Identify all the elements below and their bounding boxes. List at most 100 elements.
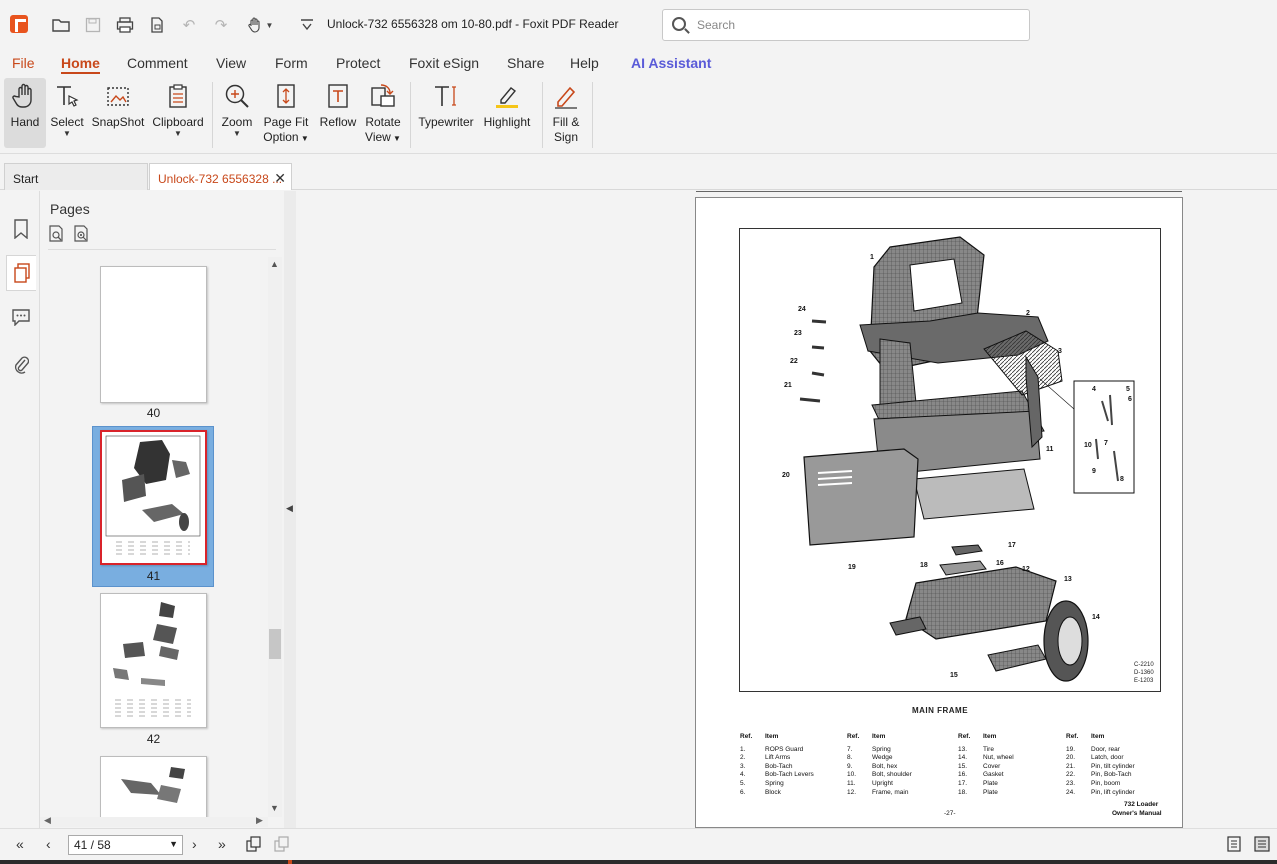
previous-view-icon[interactable] [246,836,262,855]
tab-ai-assistant[interactable]: AI Assistant [631,55,711,71]
item-name: Upright [872,779,893,787]
tab-share[interactable]: Share [507,55,544,71]
page-zoom-in-icon[interactable] [73,225,91,243]
parts-column-header: Ref. Item [1066,733,1135,742]
page-thumbnail-41[interactable] [100,430,207,565]
scroll-right-icon[interactable]: ▶ [256,815,263,826]
tab-start[interactable]: Start [4,163,148,190]
next-view-icon[interactable] [274,836,290,855]
collapse-arrow-icon[interactable]: ◀ [286,503,293,514]
typewriter-button[interactable]: Typewriter [416,78,476,148]
item-name: Pin, Bob-Tach [1091,771,1132,779]
callout-11: 11 [1046,446,1054,453]
page-zoom-out-icon[interactable] [48,225,66,243]
callout-20: 20 [782,472,790,479]
snapshot-label: SnapShot [91,115,145,129]
attachment-icon[interactable] [6,346,36,382]
undo-icon[interactable]: ↶ [178,14,200,36]
fill-sign-button[interactable]: Fill & Sign [546,78,586,148]
page-fit-label-line2: Option [263,130,299,144]
select-button[interactable]: Select ▼ [48,78,86,148]
tab-protect[interactable]: Protect [336,55,380,71]
snapshot-button[interactable]: SnapShot [90,78,146,148]
page-number-label: 42 [146,732,161,746]
save-icon[interactable] [82,14,104,36]
first-page-icon[interactable]: « [16,836,24,852]
tab-foxit-esign[interactable]: Foxit eSign [409,55,479,71]
item-name: Pin, boom [1091,779,1121,787]
scrollbar-thumb[interactable] [269,629,281,659]
zoom-dropdown-icon[interactable]: ▼ [233,130,241,138]
page-thumbnail-43[interactable] [100,756,207,817]
item-name: Wedge [872,754,893,762]
ref-number: 17. [958,779,968,787]
search-box[interactable] [662,9,1030,41]
callout-19: 19 [848,564,856,571]
page-fit-option-button[interactable]: Page Fit Option ▼ [262,78,310,148]
page-thumbnail-40[interactable] [100,266,207,403]
next-page-icon[interactable]: › [192,836,197,852]
callout-7: 7 [1104,440,1108,447]
ref-number: 3. [740,762,746,770]
item-name: Bolt, hex [872,762,898,770]
parts-column: Ref. Item 1. ROPS Guard 2. Lift Arms 3. Bob-Tac… [740,733,814,797]
reflow-button[interactable]: Reflow [318,78,358,148]
ref-number: 19. [1066,745,1076,753]
item-name: Tire [983,745,994,753]
item-name: Pin, tilt cylinder [1091,762,1135,770]
scroll-down-icon[interactable]: ▼ [270,803,279,813]
search-input[interactable] [697,16,1017,34]
callout-1: 1 [870,254,874,261]
continuous-view-icon[interactable] [1254,836,1270,855]
scroll-up-icon[interactable]: ▲ [270,259,279,269]
taskbar-strip [0,860,1277,864]
tab-current-document[interactable]: Unlock-732 6556328 ... ✕ [149,163,292,190]
ref-header: Ref. [1066,733,1079,740]
thumbnail-scrollbar[interactable]: ▲ ▼ [268,257,282,817]
hand-tool-icon[interactable]: ▼ [244,14,276,36]
tab-view[interactable]: View [216,55,246,71]
clipboard-button[interactable]: Clipboard ▼ [150,78,206,148]
parts-row: 17. Plate [958,780,1014,789]
last-page-icon[interactable]: » [218,836,226,852]
callout-3: 3 [1058,348,1062,355]
ref-number: 24. [1066,788,1076,796]
zoom-button[interactable]: Zoom ▼ [218,78,256,148]
ref-number: 5. [740,779,746,787]
tab-help[interactable]: Help [570,55,599,71]
hand-button[interactable]: Hand [4,78,46,148]
customize-icon[interactable] [296,14,318,36]
ref-number: 16. [958,771,968,779]
select-dropdown-icon[interactable]: ▼ [63,130,71,138]
page-thumbnail-42[interactable] [100,593,207,728]
previous-page-icon[interactable]: ‹ [46,836,51,852]
item-name: ROPS Guard [765,745,804,753]
ribbon-divider [212,82,213,148]
comments-icon[interactable] [6,299,36,335]
thumbnail-hscrollbar[interactable]: ◀ ▶ [40,815,268,827]
clipboard-dropdown-icon[interactable]: ▼ [174,130,182,138]
highlight-button[interactable]: Highlight [480,78,534,148]
close-icon[interactable]: ✕ [274,170,286,187]
item-name: Gasket [983,771,1004,779]
tab-form[interactable]: Form [275,55,308,71]
tab-comment[interactable]: Comment [127,55,188,71]
rotate-view-button[interactable]: Rotate View ▼ [362,78,404,148]
bookmark-icon[interactable] [6,211,36,247]
chevron-down-icon[interactable]: ▼ [169,839,178,849]
redo-icon[interactable]: ↷ [210,14,232,36]
open-icon[interactable] [50,14,72,36]
tab-home[interactable]: Home [61,55,100,74]
ribbon-divider [410,82,411,148]
parts-row: 21. Pin, tilt cylinder [1066,763,1135,772]
new-page-icon[interactable] [146,14,168,36]
print-icon[interactable] [114,14,136,36]
single-page-view-icon[interactable] [1226,836,1242,855]
exploded-diagram: 1 2 3 4 5 6 7 8 9 10 11 12 13 14 15 16 1 [739,228,1161,692]
scroll-left-icon[interactable]: ◀ [44,815,51,826]
pages-panel-icon[interactable] [6,255,36,291]
page-number-field[interactable]: 41 / 58 ▼ [68,835,183,855]
tab-file[interactable]: File [12,55,35,71]
panel-collapse-handle[interactable]: ◀ [284,191,296,828]
callout-18: 18 [920,562,928,569]
